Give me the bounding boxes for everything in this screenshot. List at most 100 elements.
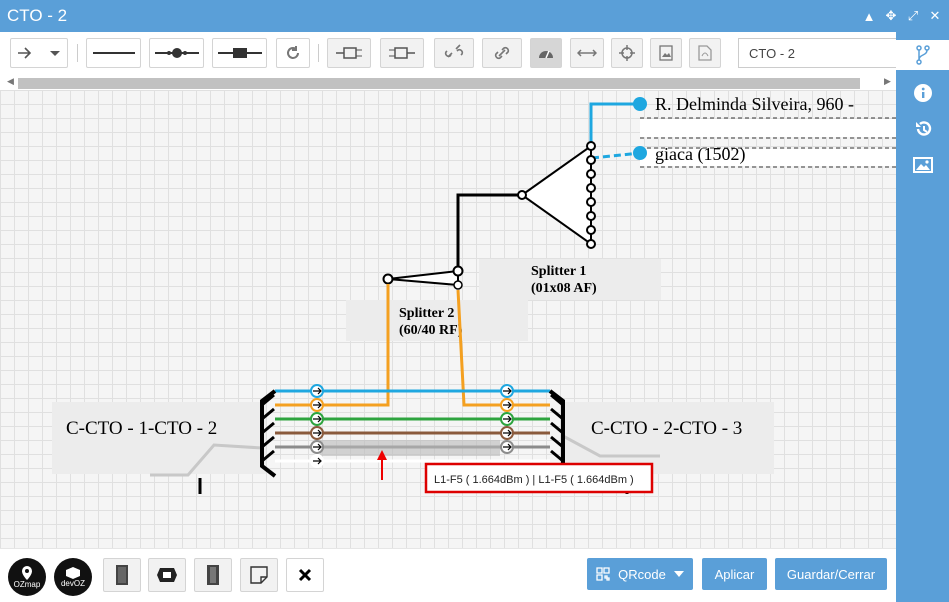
minimize-icon[interactable]: ▲ <box>861 8 877 24</box>
tray-icon <box>207 565 219 585</box>
fiber-diagram: R. Delminda Silveira, 960 - giaca (1502) <box>52 94 896 494</box>
move-icon[interactable]: ✥ <box>883 8 899 24</box>
add-splice-button[interactable] <box>148 558 186 592</box>
splice-tool-button[interactable] <box>149 38 204 68</box>
splitter1-port[interactable] <box>586 239 596 249</box>
sidebar-images[interactable] <box>904 150 942 180</box>
scroll-left-icon[interactable]: ◀ <box>7 76 14 87</box>
sidebar-info[interactable] <box>904 78 942 108</box>
cable-label-right: C-CTO - 2-CTO - 3 <box>591 418 742 439</box>
splitter1-port[interactable] <box>586 225 596 235</box>
line-icon <box>92 52 135 54</box>
window-titlebar: CTO - 2 ▲ ✥ ⤢ ✕ <box>0 0 949 32</box>
splitter2-type: (60/40 RF) <box>399 323 463 338</box>
splitter1-type: (01x08 AF) <box>531 281 597 296</box>
export-pdf-button[interactable] <box>689 38 721 68</box>
splitter1-input-port[interactable] <box>517 190 527 200</box>
splice-box-icon <box>157 568 177 582</box>
power-tooltip-text: L1-F5 ( 1.664dBm ) | L1-F5 ( 1.664dBm ) <box>434 474 634 486</box>
splitter2-input-port[interactable] <box>382 273 394 285</box>
splitter2-port-2[interactable] <box>453 280 463 290</box>
history-icon <box>916 121 932 136</box>
splitter1-port[interactable] <box>586 197 596 207</box>
splitter1-port[interactable] <box>586 141 596 151</box>
connector-tool-button[interactable] <box>212 38 267 68</box>
connector-left-button[interactable] <box>327 38 371 68</box>
toolbar-divider <box>77 44 78 62</box>
expand-horizontal-button[interactable] <box>570 38 604 68</box>
arrow-right-icon <box>18 47 60 59</box>
fork-icon <box>915 45 930 65</box>
refresh-button[interactable] <box>276 38 310 68</box>
apply-button[interactable]: Aplicar <box>702 558 767 590</box>
maximize-icon[interactable]: ⤢ <box>905 8 921 24</box>
speedometer-icon <box>539 50 553 59</box>
qrcode-icon <box>596 567 610 581</box>
close-icon[interactable]: ✕ <box>927 8 943 24</box>
client2-label: giaca (1502) <box>655 144 745 165</box>
sidebar-connections[interactable] <box>896 40 949 70</box>
image-file-icon <box>659 45 673 61</box>
client2-dot[interactable] <box>633 146 647 160</box>
add-note-button[interactable] <box>240 558 278 592</box>
connectors-right <box>500 384 514 454</box>
cable-label-left: C-CTO - 1-CTO - 2 <box>66 418 217 439</box>
pdf-file-icon <box>698 45 712 61</box>
connector-right-icon <box>389 47 415 59</box>
editor-content: ◀ ▶ R. Delminda Silveira, 960 - giaca (1… <box>0 32 898 598</box>
box-icon <box>116 565 128 585</box>
connector-icon <box>217 48 262 58</box>
line-tool-button[interactable] <box>86 38 141 68</box>
close-x-icon <box>298 568 312 582</box>
splice-icon <box>154 48 199 58</box>
splitter2-body[interactable] <box>387 269 459 287</box>
image-icon <box>913 157 933 173</box>
connector-left-icon <box>336 47 362 59</box>
connector-right-button[interactable] <box>380 38 424 68</box>
splitter1-body[interactable] <box>520 144 592 246</box>
add-box-button[interactable] <box>103 558 141 592</box>
client1-label: R. Delminda Silveira, 960 - <box>655 94 854 114</box>
splitter1-port[interactable] <box>586 211 596 221</box>
devoz-logo[interactable]: devOZ <box>54 558 92 596</box>
save-close-button[interactable]: Guardar/Cerrar <box>775 558 887 590</box>
qrcode-dropdown-button[interactable]: QRcode <box>587 558 693 590</box>
splitter1-port[interactable] <box>586 183 596 193</box>
window-bottom-edge <box>0 598 896 602</box>
map-pin-icon <box>22 565 32 580</box>
scrollbar-thumb[interactable] <box>18 78 860 89</box>
add-tray-button[interactable] <box>194 558 232 592</box>
link-icon <box>494 46 510 60</box>
ozmap-logo-text: OZmap <box>13 579 41 589</box>
splitter1-port[interactable] <box>586 155 596 165</box>
sidebar-history[interactable] <box>904 114 942 144</box>
export-image-button[interactable] <box>650 38 682 68</box>
power-meter-button[interactable] <box>530 38 562 68</box>
splitter2-name: Splitter 2 <box>399 306 454 321</box>
connect-button[interactable] <box>482 38 522 68</box>
unlink-icon <box>444 44 464 58</box>
right-sidebar <box>896 32 949 602</box>
horizontal-scrollbar[interactable]: ◀ ▶ <box>0 76 896 90</box>
scroll-right-icon[interactable]: ▶ <box>884 76 891 87</box>
crosshair-icon <box>619 45 635 61</box>
toolbar-divider <box>318 44 319 62</box>
delete-button[interactable] <box>286 558 324 592</box>
fiber-highlight <box>320 440 500 456</box>
client1-dot[interactable] <box>633 97 647 111</box>
center-view-button[interactable] <box>611 38 643 68</box>
arrow-mode-dropdown[interactable] <box>10 38 68 68</box>
diagram-canvas[interactable]: R. Delminda Silveira, 960 - giaca (1502) <box>0 90 896 548</box>
cto-name-input[interactable] <box>738 38 898 68</box>
splitter2-port-1[interactable] <box>452 265 464 277</box>
splitter1-port[interactable] <box>586 169 596 179</box>
drop-fiber-1 <box>589 102 640 146</box>
note-icon <box>250 566 268 584</box>
qrcode-label: QRcode <box>618 566 666 582</box>
splitter1-name: Splitter 1 <box>531 264 586 279</box>
drop-fiber-2 <box>591 151 641 160</box>
ozmap-logo[interactable]: OZmap <box>8 558 46 596</box>
devoz-logo-text: devOZ <box>60 578 85 588</box>
window-title: CTO - 2 <box>7 6 68 25</box>
disconnect-button[interactable] <box>434 38 474 68</box>
